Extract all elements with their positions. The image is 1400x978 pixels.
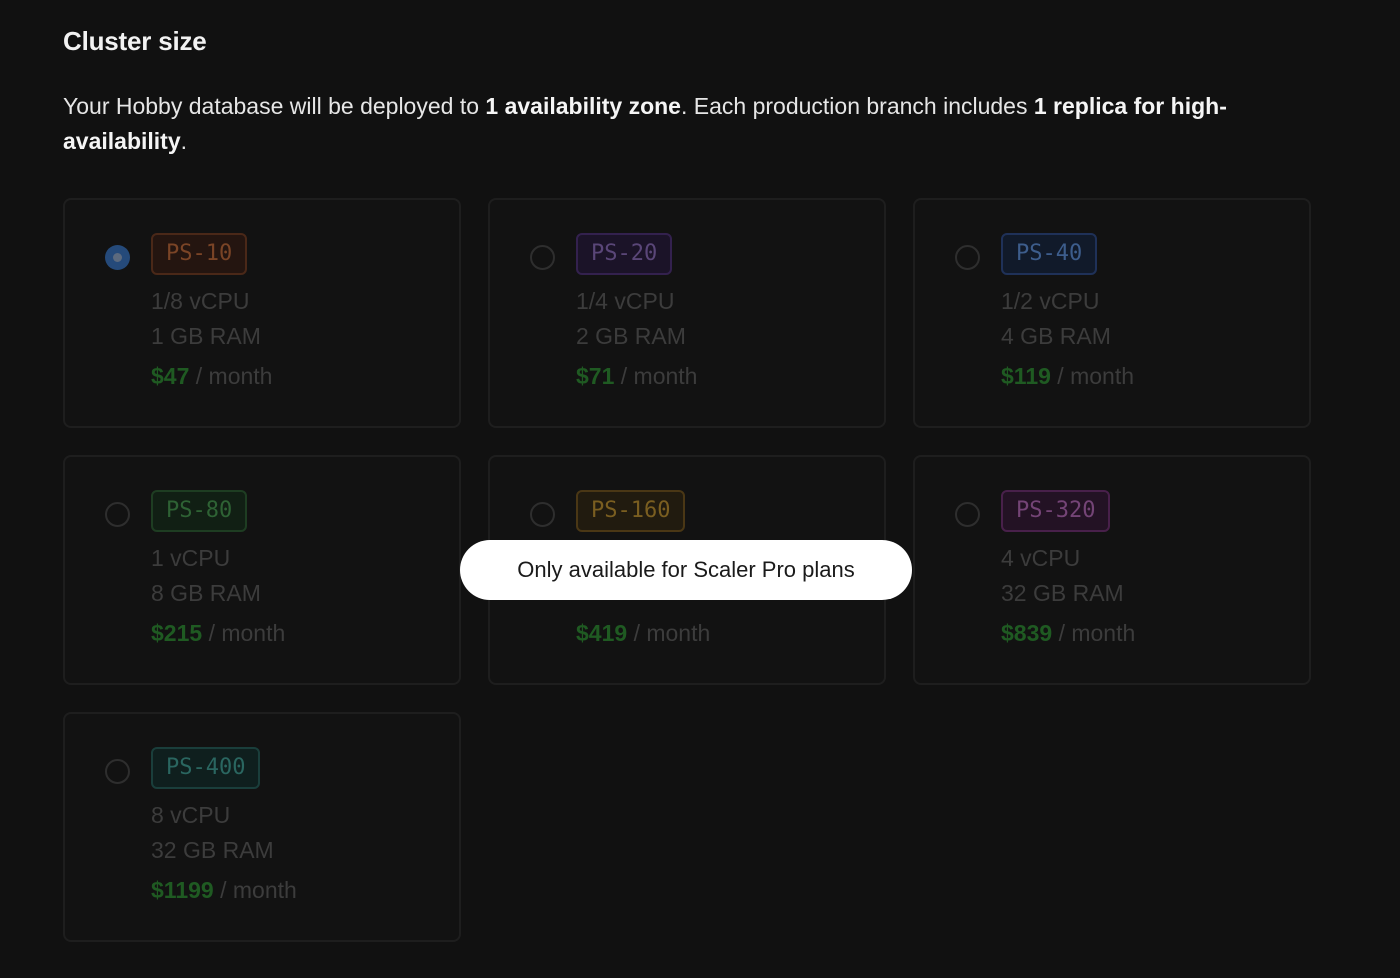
plan-name-badge: PS-320 <box>1001 490 1111 532</box>
plan-price: $71 / month <box>576 363 697 390</box>
plan-price-amount: $119 <box>1001 363 1051 389</box>
plan-price: $47 / month <box>151 363 272 390</box>
plan-price: $839 / month <box>1001 620 1135 647</box>
plan-price-period: / month <box>633 620 711 646</box>
plan-ram: 4 GB RAM <box>1001 323 1111 349</box>
plan-vcpu: 8 vCPU <box>151 802 231 828</box>
plan-price-amount: $419 <box>576 620 628 646</box>
plan-radio[interactable] <box>105 759 130 784</box>
description-text-2: . Each production branch includes <box>680 93 1034 119</box>
plan-ram: 1 GB RAM <box>151 323 261 349</box>
plan-radio[interactable] <box>530 245 555 270</box>
plan-radio[interactable] <box>105 502 130 527</box>
plan-name-badge: PS-160 <box>576 490 686 532</box>
plan-name-badge: PS-400 <box>151 747 261 789</box>
plan-price-amount: $1199 <box>151 877 214 903</box>
description-text-1: Your Hobby database will be deployed to <box>63 93 486 119</box>
plan-price-period: / month <box>1058 620 1136 646</box>
plan-vcpu: 4 vCPU <box>1001 545 1081 571</box>
plan-card-ps-80[interactable]: PS-80 1 vCPU 8 GB RAM $215 / month <box>63 455 461 685</box>
cluster-size-page: Cluster size Your Hobby database will be… <box>0 0 1400 978</box>
plan-radio[interactable] <box>955 245 980 270</box>
plan-price-period: / month <box>620 363 698 389</box>
plan-price: $1199 / month <box>151 877 297 904</box>
plan-price-period: / month <box>208 620 286 646</box>
description-text-3: . <box>180 128 188 154</box>
plan-card-ps-400[interactable]: PS-400 8 vCPU 32 GB RAM $1199 / month <box>63 712 461 942</box>
plan-price: $215 / month <box>151 620 285 647</box>
plan-ram: 8 GB RAM <box>151 580 261 606</box>
plan-price-amount: $839 <box>1001 620 1053 646</box>
plan-card-ps-20[interactable]: PS-20 1/4 vCPU 2 GB RAM $71 / month <box>488 198 886 428</box>
plan-radio[interactable] <box>955 502 980 527</box>
plan-radio[interactable] <box>530 502 555 527</box>
plan-name-badge: PS-80 <box>151 490 248 532</box>
plan-card-ps-320[interactable]: PS-320 4 vCPU 32 GB RAM $839 / month <box>913 455 1311 685</box>
plan-price-period: / month <box>195 363 273 389</box>
plan-availability-tooltip: Only available for Scaler Pro plans <box>460 540 912 600</box>
plan-name-badge: PS-40 <box>1001 233 1098 275</box>
plan-price-amount: $71 <box>576 363 615 389</box>
plan-vcpu: 1 vCPU <box>151 545 231 571</box>
plan-name-badge: PS-10 <box>151 233 248 275</box>
section-title: Cluster size <box>63 26 207 56</box>
plan-vcpu: 1/4 vCPU <box>576 288 675 314</box>
plan-ram: 32 GB RAM <box>1001 580 1124 606</box>
plan-radio-selected[interactable] <box>105 245 130 270</box>
plan-ram: 2 GB RAM <box>576 323 686 349</box>
plan-price: $419 / month <box>576 620 710 647</box>
plan-vcpu: 1/8 vCPU <box>151 288 250 314</box>
plan-ram: 32 GB RAM <box>151 837 274 863</box>
section-description: Your Hobby database will be deployed to … <box>63 89 1303 159</box>
plan-card-ps-40[interactable]: PS-40 1/2 vCPU 4 GB RAM $119 / month <box>913 198 1311 428</box>
plan-price-period: / month <box>220 877 297 903</box>
plan-price-period: / month <box>1057 363 1135 389</box>
plan-price-amount: $215 <box>151 620 203 646</box>
plan-card-ps-10[interactable]: PS-10 1/8 vCPU 1 GB RAM $47 / month <box>63 198 461 428</box>
plan-price: $119 / month <box>1001 363 1134 390</box>
plan-name-badge: PS-20 <box>576 233 673 275</box>
plan-price-amount: $47 <box>151 363 190 389</box>
availability-zone-count: 1 availability zone <box>485 93 681 119</box>
plan-vcpu: 1/2 vCPU <box>1001 288 1100 314</box>
